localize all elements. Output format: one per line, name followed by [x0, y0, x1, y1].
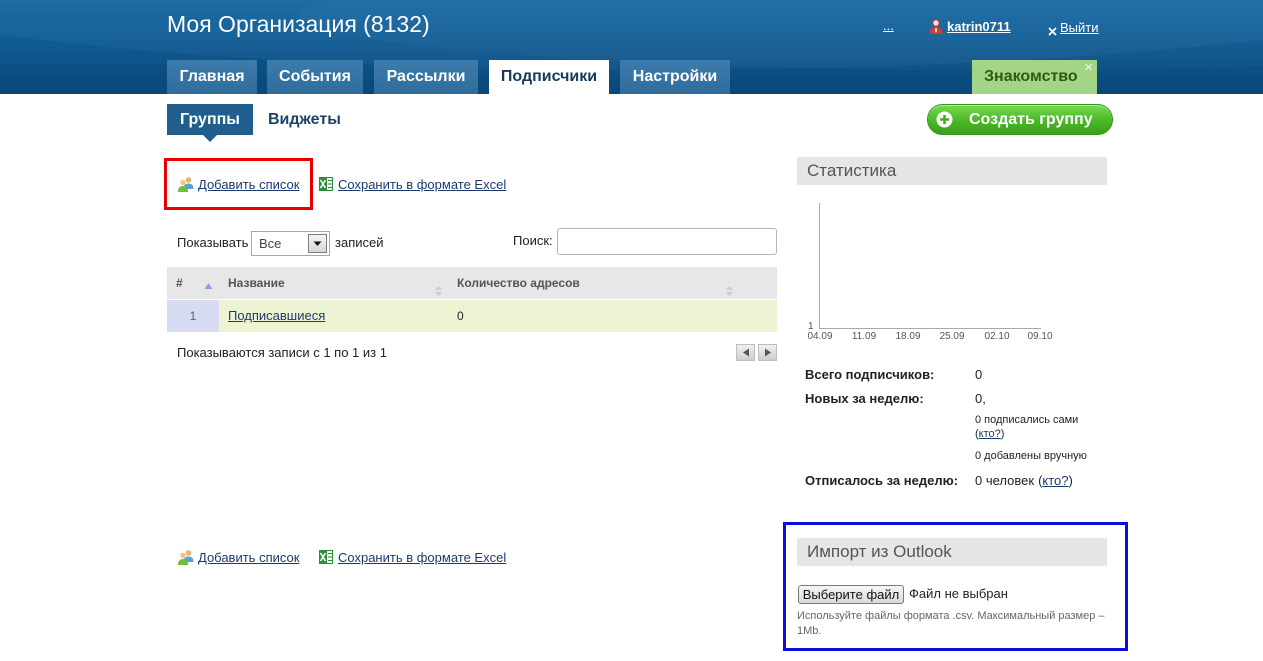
paren-close: )	[1000, 428, 1005, 440]
add-list-link[interactable]: Добавить список	[198, 177, 299, 192]
chart-x-tick-label: 04.09	[807, 331, 833, 342]
prev-page-button[interactable]	[736, 344, 755, 361]
chart-x-axis	[819, 328, 1041, 329]
sort-both-icon	[434, 277, 443, 296]
tab-home[interactable]: Главная	[167, 60, 257, 94]
total-subscribers-value: 0	[975, 367, 983, 382]
tab-intro[interactable]: Знакомство ×	[972, 60, 1097, 94]
records-per-page-select[interactable]: Все	[251, 231, 330, 256]
stats-title: Статистика	[807, 161, 897, 180]
column-header-name[interactable]: Название	[219, 267, 448, 299]
close-icon[interactable]	[1048, 23, 1057, 36]
users-add-icon[interactable]	[178, 549, 194, 565]
unsubscribed-week-value: 0 человек	[975, 473, 1035, 488]
row-address-count: 0	[457, 309, 464, 323]
table-row: 1 Подписавшиеся 0	[167, 300, 777, 332]
tab-subscribers[interactable]: Подписчики	[489, 60, 609, 94]
unsub-who-link[interactable]: кто?	[1042, 473, 1068, 488]
chart-x-tick-label: 25.09	[939, 331, 965, 342]
table-info: Показываются записи с 1 по 1 из 1	[177, 345, 387, 360]
self-who-line: (кто?)	[975, 428, 1004, 440]
chart-x-tick-label: 11.09	[851, 331, 877, 342]
import-title: Импорт из Outlook	[807, 542, 952, 561]
create-group-button[interactable]: Создать группу	[927, 104, 1113, 135]
unsubscribed-week-label: Отписалось за неделю:	[805, 473, 959, 488]
tab-events[interactable]: События	[267, 60, 363, 94]
chart-x-tick-label: 02.10	[984, 331, 1010, 342]
main-tabs: Главная События Рассылки Подписчики Наст…	[167, 60, 730, 94]
add-list-link-bottom[interactable]: Добавить список	[198, 550, 299, 565]
chart-x-tick-label: 18.09	[895, 331, 921, 342]
chevron-down-icon[interactable]	[308, 234, 327, 253]
subtab-widgets[interactable]: Виджеты	[268, 104, 341, 135]
page-title: Моя Организация (8132)	[167, 11, 430, 37]
search-input[interactable]	[557, 228, 777, 255]
row-name-cell: Подписавшиеся	[219, 300, 448, 332]
records-per-page-value: Все	[259, 236, 282, 251]
excel-icon[interactable]	[318, 176, 334, 192]
column-header-label: #	[176, 276, 183, 290]
more-link[interactable]: ...	[883, 18, 894, 33]
groups-table: # Название Количество адресов 1 Подписав…	[167, 267, 777, 332]
save-excel-link-bottom[interactable]: Сохранить в формате Excel	[338, 550, 506, 565]
paren-close: )	[1068, 473, 1073, 488]
new-week-value: 0,	[975, 391, 986, 406]
column-header-number[interactable]: #	[167, 267, 219, 299]
sort-asc-icon	[204, 274, 213, 289]
subtab-groups[interactable]: Группы	[167, 104, 253, 135]
sort-both-icon	[725, 277, 734, 296]
group-name-link[interactable]: Подписавшиеся	[228, 308, 325, 323]
users-add-icon[interactable]	[178, 176, 194, 192]
column-header-label: Количество адресов	[457, 276, 580, 290]
chart-x-tick-label: 09.10	[1027, 331, 1053, 342]
intro-close-icon[interactable]: ×	[1084, 60, 1093, 75]
stats-header: Статистика	[797, 157, 1107, 185]
self-subscribed-text: 0 подписались сами	[975, 414, 1079, 426]
show-label: Показывать	[177, 235, 249, 250]
plus-circle-icon	[936, 111, 953, 128]
records-label: записей	[335, 235, 384, 250]
next-page-button[interactable]	[758, 344, 777, 361]
manual-added-text: 0 добавлены вручную	[975, 450, 1087, 462]
create-group-label: Создать группу	[969, 111, 1093, 128]
import-header: Импорт из Outlook	[797, 538, 1107, 566]
who-link[interactable]: кто?	[979, 428, 1001, 440]
table-header: # Название Количество адресов	[167, 267, 777, 299]
username-link[interactable]: katrin0711	[947, 19, 1011, 34]
save-excel-link[interactable]: Сохранить в формате Excel	[338, 177, 506, 192]
import-hint: Используйте файлы формата .csv. Максимал…	[797, 610, 1105, 637]
row-number: 1	[167, 300, 219, 332]
active-subtab-pointer	[203, 135, 217, 142]
unsubscribed-week-line: 0 человек (кто?)	[975, 473, 1073, 488]
header: Моя Организация (8132) ... katrin0711 Вы…	[0, 0, 1263, 94]
column-header-address-count[interactable]: Количество адресов	[448, 267, 777, 299]
chart-y-axis	[819, 203, 820, 329]
no-file-text: Файл не выбран	[909, 586, 1008, 601]
tab-settings[interactable]: Настройки	[620, 60, 730, 94]
logout-link[interactable]: Выйти	[1060, 20, 1099, 35]
tab-mailings[interactable]: Рассылки	[374, 60, 478, 94]
new-week-label: Новых за неделю:	[805, 391, 924, 406]
column-header-label: Название	[228, 276, 285, 290]
search-label: Поиск:	[513, 233, 553, 248]
tab-intro-label: Знакомство	[984, 68, 1078, 85]
total-subscribers-label: Всего подписчиков:	[805, 367, 935, 382]
user-icon	[929, 19, 943, 34]
choose-file-button[interactable]: Выберите файл	[798, 585, 904, 604]
excel-icon[interactable]	[318, 549, 334, 565]
